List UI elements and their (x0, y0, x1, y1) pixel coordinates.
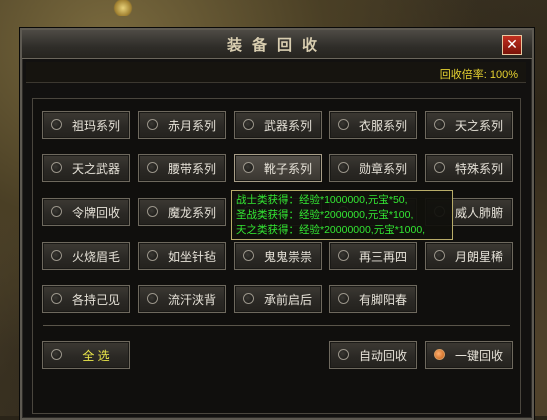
category-panel: 祖玛系列 赤月系列 武器系列 衣服系列 天之系列 天之武器 腰带系列 靴子系列 … (32, 98, 521, 414)
category-button[interactable]: 勋章系列 (329, 154, 417, 182)
radio-icon (147, 250, 158, 261)
category-button[interactable]: 有脚阳春 (329, 285, 417, 313)
category-button[interactable]: 天之系列 (425, 111, 513, 139)
auto-recycle-button[interactable]: 自动回收 (329, 341, 417, 369)
radio-icon (338, 119, 349, 130)
window-title: 装备回收 (226, 36, 327, 54)
radio-icon (51, 206, 62, 217)
tooltip-line: 圣战类获得：经验*2000000,元宝*100, (236, 209, 414, 221)
radio-icon (51, 293, 62, 304)
radio-icon (51, 119, 62, 130)
category-button[interactable]: 如坐针毡 (138, 242, 226, 270)
radio-icon (434, 250, 445, 261)
radio-icon (147, 162, 158, 173)
category-button[interactable]: 祖玛系列 (42, 111, 130, 139)
radio-icon (243, 293, 254, 304)
category-button[interactable]: 令牌回收 (42, 198, 130, 226)
category-button[interactable]: 火烧眉毛 (42, 242, 130, 270)
radio-icon (243, 250, 254, 261)
radio-icon (434, 162, 445, 173)
tooltip-line: 天之类获得：经验*20000000,元宝*1000, (236, 224, 426, 236)
radio-icon (147, 293, 158, 304)
tooltip-line: 战士类获得：经验*1000000,元宝*50, (236, 194, 408, 206)
title-bar[interactable]: 装备回收 ✕ (22, 30, 532, 59)
rate-bar: 回收倍率: 100% (26, 62, 526, 83)
radio-icon (338, 349, 349, 360)
item-tooltip: 战士类获得：经验*1000000,元宝*50, 圣战类获得：经验*2000000… (231, 190, 453, 240)
category-button[interactable]: 腰带系列 (138, 154, 226, 182)
category-button[interactable]: 天之武器 (42, 154, 130, 182)
divider (43, 325, 510, 326)
radio-icon (147, 119, 158, 130)
scene-lamp (112, 0, 134, 16)
one-key-recycle-button[interactable]: 一键回收 (425, 341, 513, 369)
category-button[interactable]: 魔龙系列 (138, 198, 226, 226)
category-button[interactable]: 鬼鬼祟祟 (234, 242, 322, 270)
radio-icon (338, 162, 349, 173)
category-button[interactable]: 赤月系列 (138, 111, 226, 139)
radio-icon (51, 349, 62, 360)
equipment-recycle-window: 装备回收 ✕ 回收倍率: 100% 祖玛系列 赤月系列 武器系列 衣服系列 天之… (20, 28, 534, 420)
radio-icon (51, 162, 62, 173)
select-all-button[interactable]: 全 选 (42, 341, 130, 369)
category-button[interactable]: 各持己见 (42, 285, 130, 313)
radio-icon (243, 162, 254, 173)
category-button[interactable]: 再三再四 (329, 242, 417, 270)
radio-icon (338, 293, 349, 304)
category-button[interactable]: 承前启后 (234, 285, 322, 313)
radio-icon (434, 349, 445, 360)
category-button[interactable]: 特殊系列 (425, 154, 513, 182)
radio-icon (243, 119, 254, 130)
category-button-hovered[interactable]: 靴子系列 (234, 154, 322, 182)
recycle-rate: 回收倍率: 100% (439, 69, 518, 81)
category-button[interactable]: 衣服系列 (329, 111, 417, 139)
radio-icon (147, 206, 158, 217)
category-button[interactable]: 流汗浃背 (138, 285, 226, 313)
close-icon[interactable]: ✕ (502, 35, 522, 55)
category-button[interactable]: 月朗星稀 (425, 242, 513, 270)
radio-icon (434, 119, 445, 130)
radio-icon (338, 250, 349, 261)
radio-icon (51, 250, 62, 261)
category-button[interactable]: 武器系列 (234, 111, 322, 139)
